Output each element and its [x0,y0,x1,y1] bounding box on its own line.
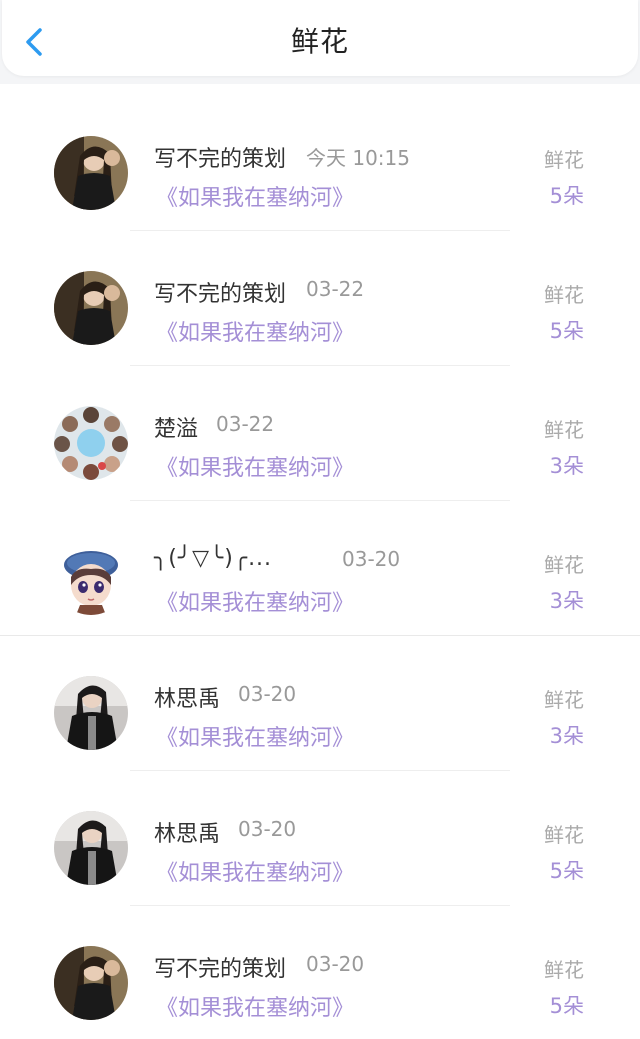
flower-record-list: 写不完的策划 今天 10:15 《如果我在塞纳河》 鲜花 5朵 写不完的策划 0… [0,96,640,1039]
avatar-dark-hair-icon [54,136,128,210]
gift-count: 5朵 [549,994,584,1018]
gift-type: 鲜花 [544,823,584,847]
gift-count: 5朵 [549,319,584,343]
avatar[interactable] [54,406,128,480]
send-time: 今天 10:15 [306,146,410,170]
sender-name: 林思禹 [154,687,221,712]
avatar-dark-hair-icon [54,271,128,345]
top-bar: 鲜花 [0,0,640,84]
gift-count: 3朵 [549,724,584,748]
send-time: 03-20 [238,682,297,706]
avatar-dark-hair-icon [54,946,128,1020]
book-title[interactable]: 《如果我在塞纳河》 [156,180,354,212]
sender-name: 楚溢 [154,417,199,442]
list-item[interactable]: 写不完的策划 03-22 《如果我在塞纳河》 鲜花 5朵 [0,231,640,366]
send-time: 03-20 [238,817,297,841]
avatar[interactable] [54,946,128,1020]
avatar-cartoon-beret-icon [54,541,128,615]
gift-count: 3朵 [549,589,584,613]
book-title[interactable]: 《如果我在塞纳河》 [156,855,354,887]
sender-name: 写不完的策划 [154,282,287,307]
avatar[interactable] [54,676,128,750]
gift-type: 鲜花 [544,688,584,712]
gift-type: 鲜花 [544,283,584,307]
list-item[interactable]: 楚溢 03-22 《如果我在塞纳河》 鲜花 3朵 [0,366,640,501]
send-time: 03-20 [342,547,401,571]
list-item[interactable]: 林思禹 03-20 《如果我在塞纳河》 鲜花 5朵 [0,771,640,906]
avatar[interactable] [54,136,128,210]
avatar-collage-icon [54,406,128,480]
list-item[interactable]: ╮(╯▽╰)╭... 03-20 《如果我在塞纳河》 鲜花 3朵 [0,501,640,636]
sender-name: 写不完的策划 [154,147,287,172]
book-title[interactable]: 《如果我在塞纳河》 [156,720,354,752]
page-title: 鲜花 [290,25,349,58]
gift-count: 5朵 [549,859,584,883]
gift-type: 鲜花 [544,148,584,172]
avatar[interactable] [54,811,128,885]
sender-name: 林思禹 [154,822,221,847]
send-time: 03-20 [306,952,365,976]
gift-type: 鲜花 [544,418,584,442]
avatar-black-jacket-icon [54,676,128,750]
gift-type: 鲜花 [544,958,584,982]
avatar[interactable] [54,541,128,615]
sender-name: ╮(╯▽╰)╭... [154,546,273,571]
gift-count: 5朵 [549,184,584,208]
send-time: 03-22 [216,412,275,436]
book-title[interactable]: 《如果我在塞纳河》 [156,315,354,347]
book-title[interactable]: 《如果我在塞纳河》 [156,450,354,482]
sender-name: 写不完的策划 [154,957,287,982]
avatar-black-jacket-icon [54,811,128,885]
list-item[interactable]: 林思禹 03-20 《如果我在塞纳河》 鲜花 3朵 [0,636,640,771]
book-title[interactable]: 《如果我在塞纳河》 [156,585,354,617]
gift-type: 鲜花 [544,553,584,577]
flower-records-page: 鲜花 写不完的策划 今天 10:15 《如果我在塞纳河》 鲜花 5朵 写不完的策… [0,0,640,1039]
list-item[interactable]: 写不完的策划 03-20 《如果我在塞纳河》 鲜花 5朵 [0,906,640,1039]
gift-count: 3朵 [549,454,584,478]
book-title[interactable]: 《如果我在塞纳河》 [156,990,354,1022]
avatar[interactable] [54,271,128,345]
list-item[interactable]: 写不完的策划 今天 10:15 《如果我在塞纳河》 鲜花 5朵 [0,96,640,231]
send-time: 03-22 [306,277,365,301]
